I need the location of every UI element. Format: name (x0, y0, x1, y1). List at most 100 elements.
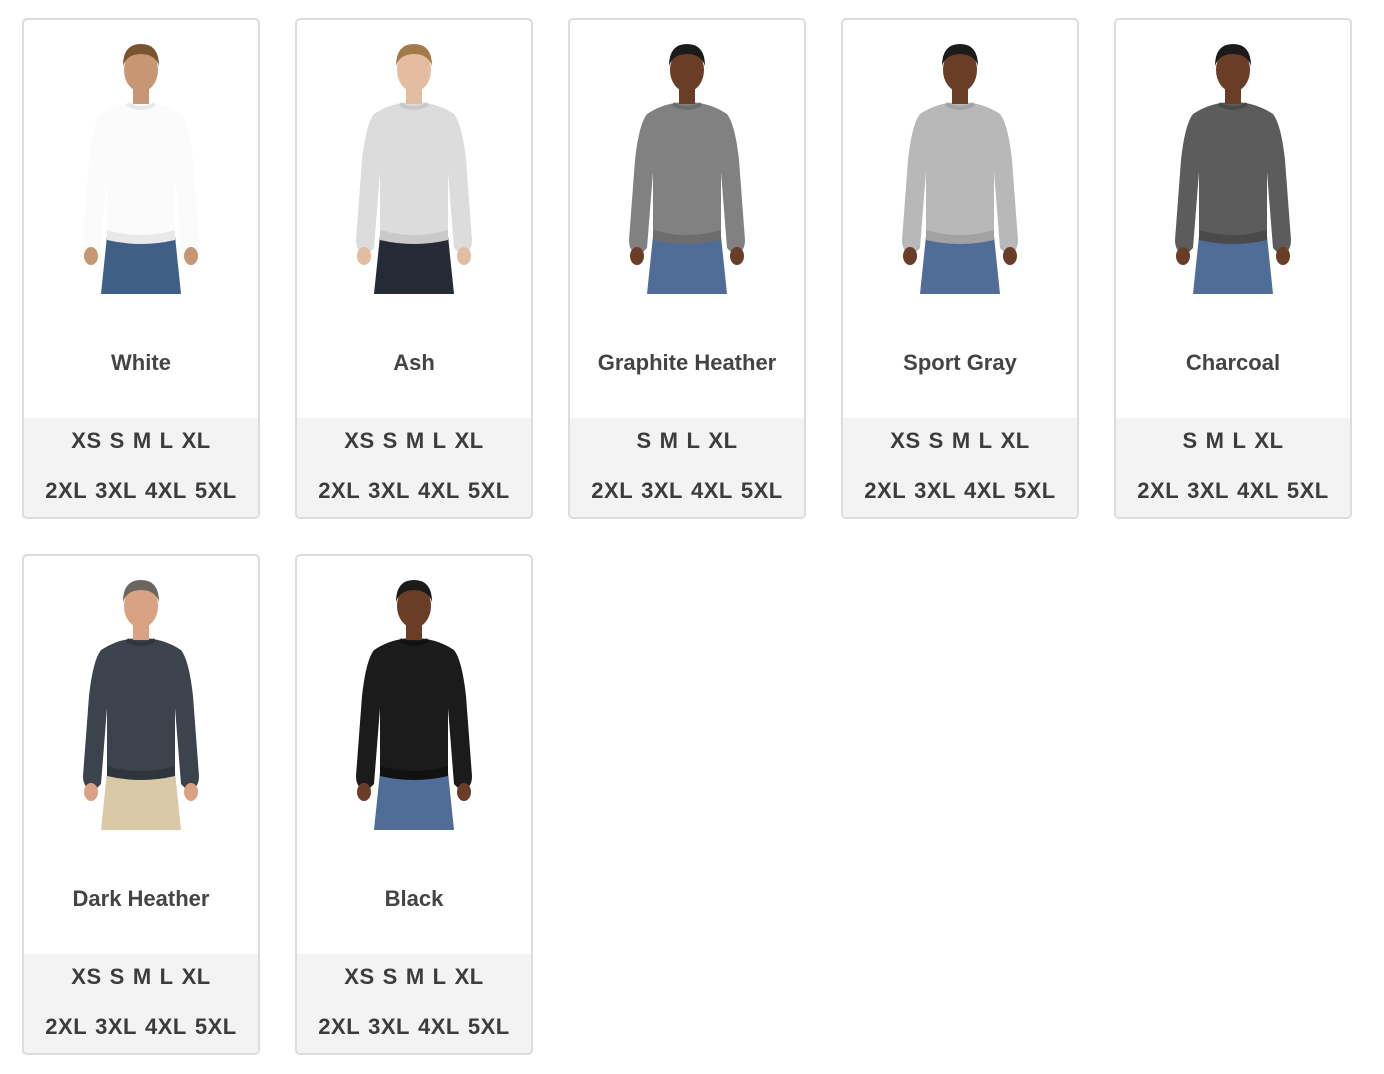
size-option[interactable]: 3XL (368, 1014, 410, 1039)
product-photo[interactable] (1116, 20, 1350, 310)
product-card[interactable]: White XS S M L XL 2XL 3XL 4XL 5XL (22, 18, 260, 519)
size-option[interactable]: 3XL (1187, 478, 1229, 503)
size-option[interactable]: M (660, 428, 679, 453)
color-name: Sport Gray (903, 350, 1017, 375)
size-option[interactable]: XL (1254, 428, 1283, 453)
size-option[interactable]: 5XL (468, 478, 510, 503)
model-figure (629, 44, 745, 294)
size-option[interactable]: L (1232, 428, 1246, 453)
size-option[interactable]: XS (344, 964, 374, 989)
size-list: XS S M L XL 2XL 3XL 4XL 5XL (24, 954, 258, 1053)
size-option[interactable]: M (406, 964, 425, 989)
size-option[interactable]: 5XL (195, 478, 237, 503)
size-option[interactable]: 2XL (45, 478, 87, 503)
size-option[interactable]: 3XL (95, 478, 137, 503)
size-option[interactable]: L (979, 428, 993, 453)
size-option[interactable]: S (636, 428, 651, 453)
size-row: 2XL 3XL 4XL 5XL (297, 478, 531, 504)
size-option[interactable]: 5XL (1287, 478, 1329, 503)
size-option[interactable]: S (383, 964, 398, 989)
size-option[interactable]: XS (71, 964, 101, 989)
size-option[interactable]: L (160, 964, 174, 989)
product-photo[interactable] (570, 20, 804, 310)
size-row: XS S M L XL (24, 428, 258, 454)
product-photo[interactable] (297, 20, 531, 310)
size-option[interactable]: XL (455, 428, 484, 453)
size-option[interactable]: M (406, 428, 425, 453)
size-row: XS S M L XL (297, 964, 531, 990)
product-photo[interactable] (24, 20, 258, 310)
product-card[interactable]: Charcoal S M L XL 2XL 3XL 4XL 5XL (1114, 18, 1352, 519)
color-name: Black (384, 886, 444, 911)
size-option[interactable]: 4XL (145, 478, 187, 503)
size-option[interactable]: M (133, 964, 152, 989)
size-row: 2XL 3XL 4XL 5XL (1116, 478, 1350, 504)
color-name: Charcoal (1185, 350, 1281, 375)
size-list: S M L XL 2XL 3XL 4XL 5XL (570, 418, 804, 517)
size-option[interactable]: 2XL (318, 1014, 360, 1039)
color-name: Graphite Heather (597, 350, 777, 375)
size-option[interactable]: M (1206, 428, 1225, 453)
product-card[interactable]: Ash XS S M L XL 2XL 3XL 4XL 5XL (295, 18, 533, 519)
size-option[interactable]: 4XL (1237, 478, 1279, 503)
size-option[interactable]: 5XL (1014, 478, 1056, 503)
size-option[interactable]: L (433, 964, 447, 989)
product-photo[interactable] (843, 20, 1077, 310)
size-option[interactable]: 4XL (964, 478, 1006, 503)
color-name: White (111, 350, 171, 375)
model-figure (356, 580, 472, 830)
size-option[interactable]: L (160, 428, 174, 453)
size-option[interactable]: L (433, 428, 447, 453)
product-photo[interactable] (24, 556, 258, 846)
size-option[interactable]: XS (344, 428, 374, 453)
size-option[interactable]: 2XL (864, 478, 906, 503)
size-option[interactable]: S (110, 428, 125, 453)
size-option[interactable]: XL (1001, 428, 1030, 453)
size-option[interactable]: S (110, 964, 125, 989)
size-option[interactable]: S (383, 428, 398, 453)
size-row: XS S M L XL (24, 964, 258, 990)
size-row: S M L XL (570, 428, 804, 454)
size-option[interactable]: L (686, 428, 700, 453)
size-option[interactable]: 2XL (1137, 478, 1179, 503)
size-option[interactable]: 4XL (145, 1014, 187, 1039)
model-figure (83, 580, 199, 830)
product-card[interactable]: Dark Heather XS S M L XL 2XL 3XL 4XL 5XL (22, 554, 260, 1055)
size-option[interactable]: XL (455, 964, 484, 989)
model-figure (356, 44, 472, 294)
size-option[interactable]: XS (71, 428, 101, 453)
size-option[interactable]: XL (182, 964, 211, 989)
product-card[interactable]: Sport Gray XS S M L XL 2XL 3XL 4XL 5XL (841, 18, 1079, 519)
size-option[interactable]: XS (890, 428, 920, 453)
size-option[interactable]: 4XL (418, 478, 460, 503)
size-option[interactable]: S (1182, 428, 1197, 453)
size-row: 2XL 3XL 4XL 5XL (843, 478, 1077, 504)
size-option[interactable]: 2XL (591, 478, 633, 503)
size-option[interactable]: XL (182, 428, 211, 453)
size-option[interactable]: 5XL (468, 1014, 510, 1039)
size-option[interactable]: 3XL (641, 478, 683, 503)
size-list: XS S M L XL 2XL 3XL 4XL 5XL (297, 954, 531, 1053)
product-card[interactable]: Black XS S M L XL 2XL 3XL 4XL 5XL (295, 554, 533, 1055)
size-row: XS S M L XL (297, 428, 531, 454)
product-photo[interactable] (297, 556, 531, 846)
size-option[interactable]: 5XL (741, 478, 783, 503)
size-option[interactable]: M (952, 428, 971, 453)
size-option[interactable]: 3XL (368, 478, 410, 503)
size-option[interactable]: 3XL (914, 478, 956, 503)
size-option[interactable]: XL (708, 428, 737, 453)
size-option[interactable]: M (133, 428, 152, 453)
size-option[interactable]: 2XL (318, 478, 360, 503)
size-option[interactable]: 3XL (95, 1014, 137, 1039)
size-option[interactable]: 2XL (45, 1014, 87, 1039)
size-option[interactable]: 4XL (418, 1014, 460, 1039)
product-card[interactable]: Graphite Heather S M L XL 2XL 3XL 4XL 5XL (568, 18, 806, 519)
model-figure (83, 44, 199, 294)
size-row: 2XL 3XL 4XL 5XL (570, 478, 804, 504)
size-option[interactable]: 5XL (195, 1014, 237, 1039)
model-figure (1175, 44, 1291, 294)
color-name: Ash (393, 350, 435, 375)
size-option[interactable]: 4XL (691, 478, 733, 503)
size-option[interactable]: S (929, 428, 944, 453)
size-row: S M L XL (1116, 428, 1350, 454)
